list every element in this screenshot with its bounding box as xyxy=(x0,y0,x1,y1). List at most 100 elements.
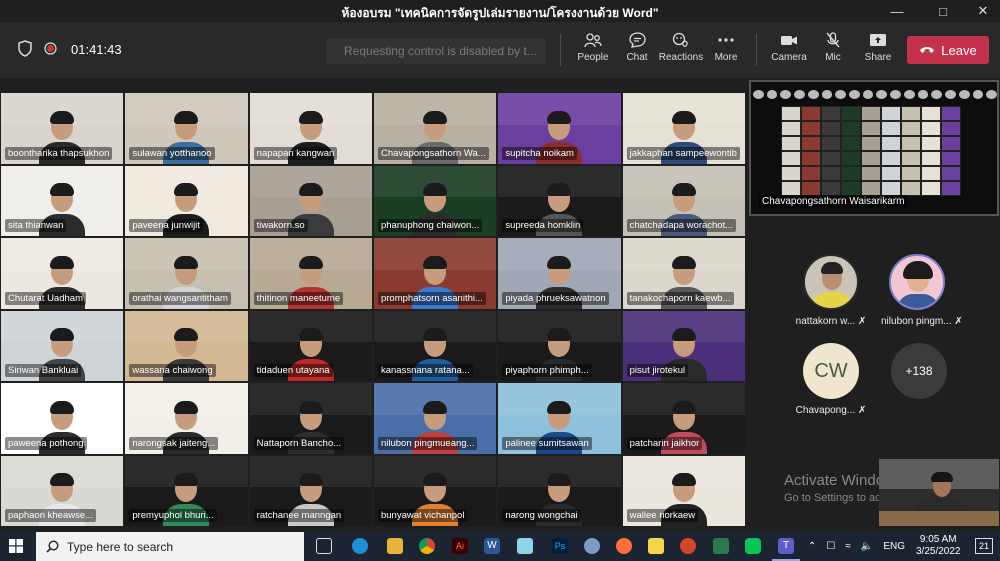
shared-thumbnail xyxy=(781,181,801,196)
app-icon[interactable] xyxy=(584,538,600,554)
maximize-button[interactable]: □ xyxy=(926,0,960,22)
participant-tile[interactable]: phanuphong chaiwon... xyxy=(372,164,498,237)
participant-tile[interactable]: sulawan yotthanoo xyxy=(124,92,249,165)
people-icon xyxy=(584,33,602,48)
chat-button[interactable]: Chat xyxy=(614,30,660,63)
participant-tile[interactable]: paphaon kheawse... xyxy=(0,454,125,527)
participant-tile[interactable]: jakkaphan sampeewontib xyxy=(621,92,746,165)
line-icon[interactable] xyxy=(745,538,761,554)
windows-start-icon[interactable] xyxy=(9,539,23,558)
shield-icon[interactable] xyxy=(18,40,32,62)
participant-tile[interactable]: sita thianwan xyxy=(0,164,125,237)
participant-tile[interactable]: supitcha noikam xyxy=(497,92,622,165)
leave-label: Leave xyxy=(941,42,977,58)
participant-tile[interactable]: tidaduen utayana xyxy=(248,309,373,382)
participant-tile[interactable]: pisut jirotekul xyxy=(621,309,746,382)
participant-tile[interactable]: ratchanee manngan xyxy=(248,454,373,527)
avatar-chavapong[interactable]: CW Chavapong... ✗ xyxy=(795,343,867,416)
camera-button[interactable]: Camera xyxy=(766,30,812,63)
teams-icon[interactable]: T xyxy=(778,538,794,554)
participant-tile[interactable]: boontharika thapsukhon xyxy=(0,92,125,165)
participant-name: paweena pothong xyxy=(5,436,87,450)
shared-thumbnail xyxy=(801,121,821,136)
shared-app-icon xyxy=(835,90,847,99)
chrome-icon[interactable] xyxy=(419,538,435,554)
excel-icon[interactable] xyxy=(713,538,729,554)
edge-icon[interactable] xyxy=(352,538,368,554)
participant-tile[interactable]: patcharin jaikhor xyxy=(621,382,746,455)
sticky-notes-icon[interactable] xyxy=(648,538,664,554)
avatar-nilubon[interactable]: nilubon pingm... ✗ xyxy=(881,254,963,327)
close-button[interactable]: ✕ xyxy=(966,0,1000,22)
reactions-label: Reactions xyxy=(658,52,704,63)
shared-screen[interactable]: Chavapongsathorn Waisarikarm xyxy=(749,80,999,216)
participant-tile[interactable]: piyada phrueksawatnon xyxy=(497,237,622,310)
firefox-icon[interactable] xyxy=(616,538,632,554)
participant-tile[interactable]: nilubon pingmueang... xyxy=(372,382,498,455)
volume-icon[interactable]: 🔈 xyxy=(861,541,873,552)
participant-tile[interactable]: wallee norkaew xyxy=(621,454,746,527)
self-view-video[interactable] xyxy=(879,459,999,526)
file-explorer-icon[interactable] xyxy=(387,538,403,554)
participant-name: narongsak jaiteng... xyxy=(129,436,219,450)
shared-thumbnail xyxy=(821,106,841,121)
shared-thumbnail xyxy=(801,166,821,181)
avatar-nattakorn[interactable]: nattakorn w... ✗ xyxy=(795,254,867,327)
minimize-button[interactable]: — xyxy=(880,0,914,22)
notifications-icon[interactable]: 21 xyxy=(975,538,993,554)
participant-tile[interactable]: thitinon maneetume xyxy=(248,237,373,310)
participant-tile[interactable]: orathai wangsantitham xyxy=(124,237,249,310)
reactions-button[interactable]: Reactions xyxy=(658,30,704,63)
task-view-icon[interactable] xyxy=(316,538,332,554)
shared-thumbnail xyxy=(821,121,841,136)
participant-tile[interactable]: bunyawat vichanpol xyxy=(372,454,498,527)
more-icon xyxy=(718,38,734,42)
more-button[interactable]: More xyxy=(703,30,749,63)
participant-tile[interactable]: wassana chaiwong xyxy=(124,309,249,382)
photoshop-icon[interactable]: Ps xyxy=(552,538,568,554)
participant-tile[interactable]: premyuphol bhuri... xyxy=(124,454,249,527)
participant-tile[interactable]: Siriwan Bankluai xyxy=(0,309,125,382)
more-participants[interactable]: +138 xyxy=(883,343,955,399)
chevron-up-icon[interactable]: ⌃ xyxy=(808,541,816,552)
participant-tile[interactable]: tiwakorn.so xyxy=(248,164,373,237)
participant-tile[interactable]: paveena junwijit xyxy=(124,164,249,237)
leave-button[interactable]: Leave xyxy=(907,36,989,64)
participant-name: sulawan yotthanoo xyxy=(129,146,215,160)
participant-name: tiwakorn.so xyxy=(253,219,308,232)
participant-tile[interactable]: tanakochaporn kaewb... xyxy=(621,237,746,310)
powerpoint-icon[interactable] xyxy=(680,538,696,554)
shared-thumbnail xyxy=(941,151,961,166)
shared-app-icon xyxy=(903,90,915,99)
shared-thumbnail xyxy=(901,106,921,121)
word-icon[interactable]: W xyxy=(484,538,500,554)
network-icon[interactable]: ≈ xyxy=(845,541,851,552)
participant-tile[interactable]: paweena pothong xyxy=(0,382,125,455)
meeting-tray-icon[interactable]: ☐ xyxy=(826,541,835,552)
participant-name: premyuphol bhuri... xyxy=(129,509,217,522)
shared-thumbnail xyxy=(881,136,901,151)
people-button[interactable]: People xyxy=(570,30,616,63)
participant-tile[interactable]: Chavapongsathorn Wa... xyxy=(372,92,498,165)
participant-tile[interactable]: kanassnana ratana... xyxy=(372,309,498,382)
shared-app-icon xyxy=(876,90,888,99)
participant-tile[interactable]: Chutarat Uadham xyxy=(0,237,125,310)
language-indicator[interactable]: ENG xyxy=(883,541,905,552)
taskbar-search-input[interactable]: Type here to search xyxy=(36,532,304,561)
participant-tile[interactable]: promphatsorn asanithi... xyxy=(372,237,498,310)
participant-tile[interactable]: narongsak jaiteng... xyxy=(124,382,249,455)
participant-tile[interactable]: Nattaporn Bancho... xyxy=(248,382,373,455)
participant-tile[interactable]: narong wongchai xyxy=(497,454,622,527)
shared-app-icon xyxy=(917,90,929,99)
participant-tile[interactable]: palinee sumitsawan xyxy=(497,382,622,455)
share-button[interactable]: Share xyxy=(855,30,901,63)
participant-name: paveena junwijit xyxy=(129,219,203,232)
participant-tile[interactable]: chatchadapa worachot... xyxy=(621,164,746,237)
participant-tile[interactable]: napapan kangwan xyxy=(248,92,373,165)
illustrator-icon[interactable]: Ai xyxy=(452,538,468,554)
participant-tile[interactable]: supreeda homklin xyxy=(497,164,622,237)
taskbar-clock[interactable]: 9:05 AM 3/25/2022 xyxy=(916,534,961,558)
mic-button[interactable]: Mic xyxy=(810,30,856,63)
notepad-icon[interactable] xyxy=(517,538,533,554)
participant-tile[interactable]: piyaphorn phimph... xyxy=(497,309,622,382)
